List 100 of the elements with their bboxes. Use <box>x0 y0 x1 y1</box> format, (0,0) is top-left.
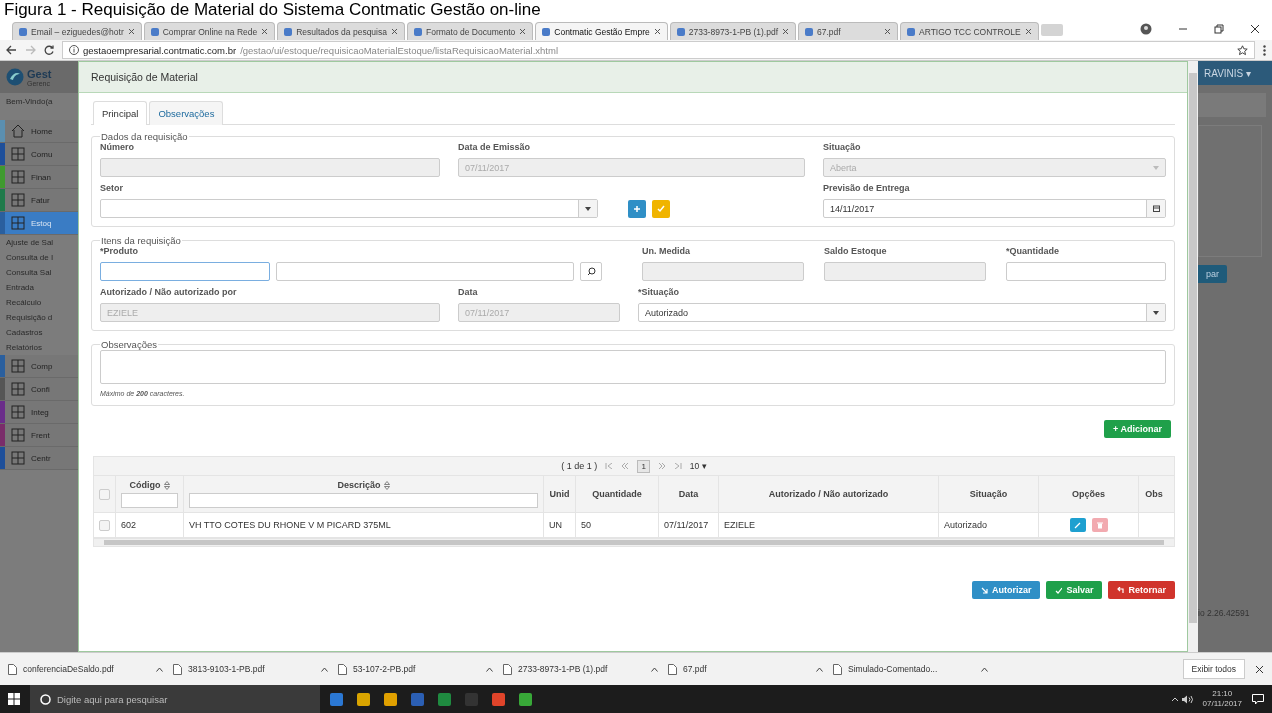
address-field[interactable]: gestaoempresarial.contmatic.com.br /gestao/ui/estoque/requisicaoMaterialEstoque/listaRequisicaoMaterial.xhtml <box>62 41 1255 59</box>
select-field: Aberta <box>823 158 1166 177</box>
close-icon[interactable] <box>261 28 269 35</box>
browser-tab[interactable]: Comprar Online na Rede <box>143 22 276 40</box>
app-icon[interactable] <box>492 692 505 706</box>
column-header[interactable]: Autorizado / Não autorizado <box>768 489 889 499</box>
page-size-select[interactable]: 10 ▾ <box>689 461 707 471</box>
profile-icon[interactable] <box>1140 23 1152 35</box>
download-item[interactable]: 67.pdf <box>668 663 823 675</box>
action-button[interactable]: Retornar <box>1108 581 1175 599</box>
menu-item[interactable]: Integ <box>0 401 78 424</box>
select-field[interactable] <box>100 199 598 218</box>
caret-icon[interactable] <box>156 666 163 672</box>
star-icon[interactable] <box>1237 44 1248 56</box>
caret-icon[interactable] <box>486 666 493 672</box>
caret-icon[interactable] <box>321 666 328 672</box>
menu-icon[interactable] <box>1263 44 1266 56</box>
user-menu[interactable]: RAVINIS ▾ <box>1198 61 1272 85</box>
input-field[interactable] <box>276 262 574 281</box>
app-icon[interactable] <box>438 692 451 706</box>
menu-item[interactable]: Confi <box>0 378 78 401</box>
close-icon[interactable] <box>782 28 789 35</box>
filter-field[interactable] <box>121 493 178 508</box>
close-icon[interactable] <box>1250 24 1260 34</box>
column-header[interactable]: Quantidade <box>592 489 642 499</box>
page-button[interactable]: 1 <box>637 459 650 473</box>
tab[interactable]: Principal <box>93 101 148 125</box>
column-header[interactable]: Data <box>678 489 699 499</box>
browser-tab[interactable]: 67.pdf <box>798 22 898 40</box>
app-icon[interactable] <box>357 692 370 706</box>
browser-tab[interactable]: Contmatic Gestão Empre <box>535 22 668 40</box>
add-button[interactable] <box>628 199 646 218</box>
scrollbar[interactable] <box>93 538 1175 547</box>
search-field[interactable]: Digite aqui para pesquisar <box>30 685 320 713</box>
app-icon[interactable] <box>519 692 532 706</box>
close-icon[interactable] <box>884 28 891 35</box>
close-icon[interactable] <box>519 28 527 35</box>
search-button[interactable]: par <box>1198 265 1227 283</box>
download-item[interactable]: conferenciaDeSaldo.pdf <box>8 663 163 675</box>
select-field[interactable]: Autorizado <box>638 303 1166 322</box>
notification-icon[interactable] <box>1252 693 1264 705</box>
column-header[interactable]: Situação <box>969 489 1008 499</box>
restore-icon[interactable] <box>1214 24 1224 34</box>
download-item[interactable]: 3813-9103-1-PB.pdf <box>173 663 328 675</box>
search-button[interactable] <box>580 262 602 281</box>
checkbox[interactable] <box>99 488 110 500</box>
windows-icon[interactable] <box>8 693 20 705</box>
download-item[interactable]: 53-107-2-PB.pdf <box>338 663 493 675</box>
section-title: Dados da requisição <box>100 131 189 142</box>
menu-item[interactable]: Finan <box>0 166 78 189</box>
menu-item[interactable]: Home <box>0 120 78 143</box>
menu-item[interactable]: Comu <box>0 143 78 166</box>
browser-tab[interactable]: ARTIGO TCC CONTROLE <box>900 22 1039 40</box>
calendar-icon[interactable] <box>1152 205 1160 212</box>
caret-icon[interactable] <box>981 666 988 672</box>
date-field[interactable]: 14/11/2017 <box>823 199 1166 218</box>
menu-item[interactable]: Centr <box>0 447 78 470</box>
column-header[interactable]: Código <box>129 480 161 490</box>
close-icon[interactable] <box>653 28 661 35</box>
input-field[interactable] <box>1006 262 1166 281</box>
close-icon[interactable] <box>1255 664 1264 674</box>
column-header[interactable]: Obs <box>1145 489 1163 499</box>
caret-icon[interactable] <box>651 666 658 672</box>
close-icon[interactable] <box>127 28 135 35</box>
back-icon[interactable] <box>6 45 17 55</box>
column-header[interactable]: Unid <box>549 489 570 499</box>
column-header[interactable]: Descrição <box>337 480 381 490</box>
menu-item[interactable]: Frent <box>0 424 78 447</box>
app-icon[interactable] <box>384 692 397 706</box>
menu-item[interactable]: Fatur <box>0 189 78 212</box>
table-cell: EZIELE <box>724 520 755 530</box>
scrollbar[interactable] <box>1188 61 1198 652</box>
browser-tab[interactable]: 2733-8973-1-PB (1).pdf <box>669 22 796 40</box>
menu-item[interactable]: Comp <box>0 355 78 378</box>
show-all-button[interactable]: Exibir todos <box>1182 659 1245 679</box>
column-header[interactable]: Opções <box>1072 489 1105 499</box>
table-cell: VH TTO COTES DU RHONE V M PICARD 375ML <box>189 520 391 530</box>
download-item[interactable]: Simulado-Comentado... <box>833 663 988 675</box>
filter-field[interactable] <box>189 493 538 508</box>
close-icon[interactable] <box>390 28 398 35</box>
menu-item[interactable]: Estoq <box>0 212 78 235</box>
tab[interactable]: Observações <box>149 101 224 125</box>
caret-icon[interactable] <box>816 666 823 672</box>
input-field[interactable] <box>100 262 270 281</box>
speaker-icon[interactable] <box>1170 694 1193 704</box>
clock[interactable]: 21:10 07/11/2017 <box>1202 689 1242 709</box>
app-icon[interactable] <box>330 692 343 706</box>
sort-icon[interactable] <box>163 480 170 490</box>
action-button[interactable]: Autorizar <box>971 581 1041 599</box>
browser-tab[interactable]: Formato de Documento <box>406 22 534 40</box>
grid-icon <box>11 170 25 184</box>
reload-icon[interactable] <box>44 45 54 55</box>
field-label: Autorizado / Não autorizado por <box>100 287 238 297</box>
sort-icon[interactable] <box>383 480 390 490</box>
browser-tab[interactable]: Email – eziguedes@hotr <box>12 22 142 40</box>
checkbox[interactable] <box>99 519 110 531</box>
browser-tab[interactable]: Resultados da pesquisa <box>277 22 405 40</box>
edit-button[interactable] <box>1069 518 1086 532</box>
download-item[interactable]: 2733-8973-1-PB (1).pdf <box>503 663 658 675</box>
close-icon[interactable] <box>1024 28 1032 35</box>
